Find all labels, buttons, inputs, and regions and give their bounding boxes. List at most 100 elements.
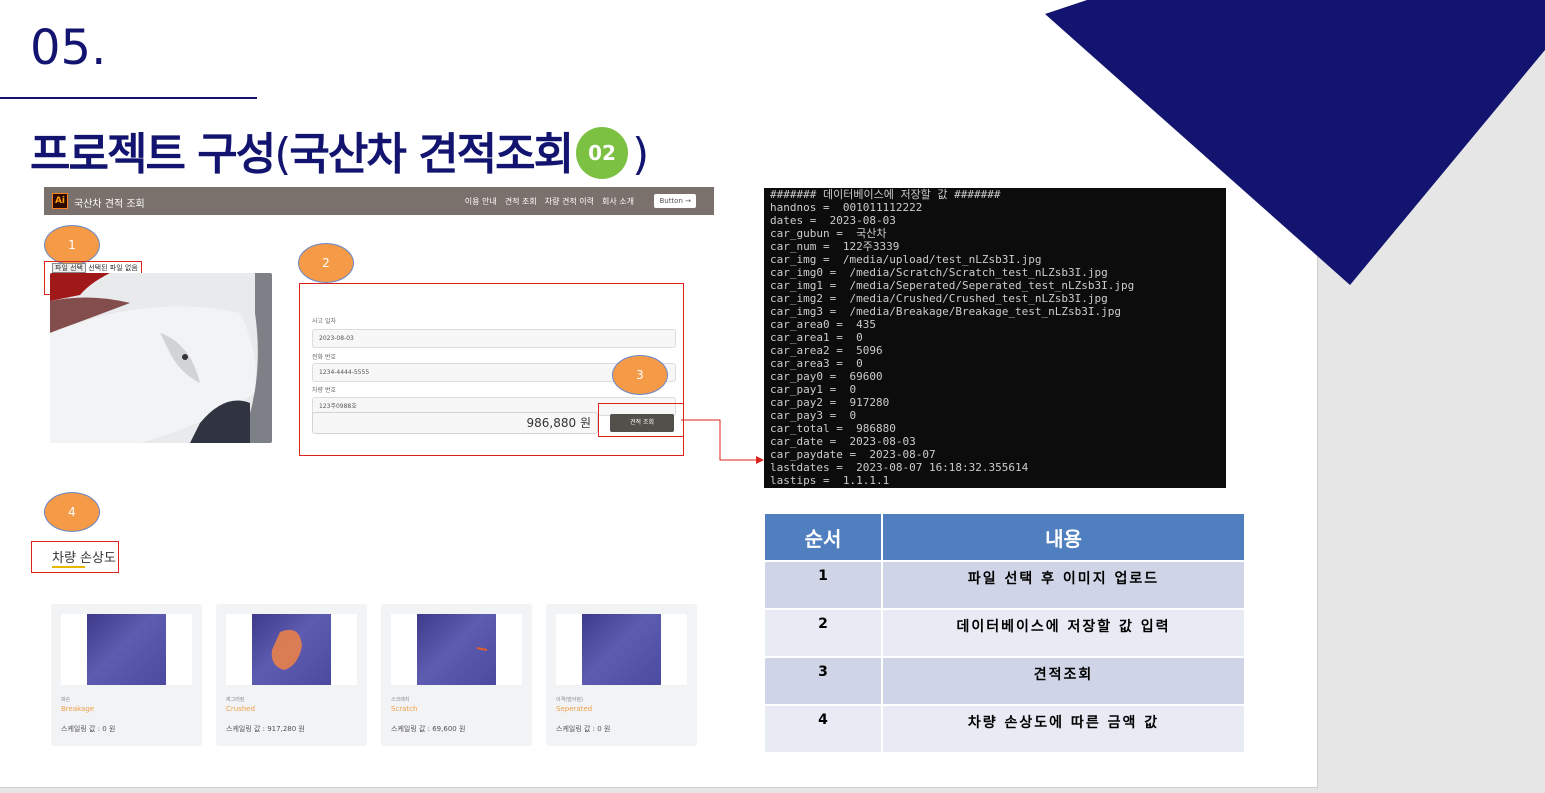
step-marker-2: 2 [298, 243, 354, 283]
console-line: car_pay1 = 0 [770, 383, 857, 396]
section-divider [0, 97, 257, 99]
console-line: lastdates = 2023-08-07 16:18:32.355614 [770, 461, 1029, 474]
console-line: car_img3 = /media/Breakage/Breakage_test… [770, 305, 1121, 318]
console-line: car_area3 = 0 [770, 357, 863, 370]
table-cell-content: 차량 손상도에 따른 금액 값 [882, 705, 1246, 754]
table-header-content: 내용 [882, 514, 1246, 562]
console-line: car_img = /media/upload/test_nLZsb3I.jpg [770, 253, 1042, 266]
card-en-label: Crushed [226, 705, 256, 713]
nav-link-guide[interactable]: 이용 안내 [465, 196, 497, 207]
table-row: 4 차량 손상도에 따른 금액 값 [765, 705, 1246, 754]
console-line: car_area0 = 435 [770, 318, 876, 331]
card-ko-label: 찌그러짐 [226, 697, 245, 703]
console-line: car_pay2 = 917280 [770, 396, 890, 409]
card-price: 스케일링 값 : 69,600 원 [391, 725, 466, 733]
card-thumbnail [61, 614, 192, 685]
table-cell-order: 1 [765, 561, 883, 610]
car-number-label: 차량 번호 [312, 387, 336, 394]
section-number: 05. [30, 20, 107, 76]
table-cell-order: 3 [765, 657, 883, 706]
card-thumbnail [226, 614, 357, 685]
steps-table: 순서 내용 1 파일 선택 후 이미지 업로드 2 데이터베이스에 저장할 값 … [765, 514, 1246, 754]
ai-logo-icon: Ai [52, 193, 68, 209]
slide-title: 프로젝트 구성(국산차 견적조회 02) [30, 118, 649, 183]
step-marker-4: 4 [44, 492, 100, 532]
table-header-order: 순서 [765, 514, 883, 562]
title-paren-open: ( [274, 129, 291, 180]
step-marker-1: 1 [44, 225, 100, 265]
nav-link-about[interactable]: 회사 소개 [602, 196, 634, 207]
table-header-row: 순서 내용 [765, 514, 1246, 562]
table-cell-order: 2 [765, 609, 883, 658]
console-line: car_img2 = /media/Crushed/Crushed_test_n… [770, 292, 1108, 305]
slide: 05. 프로젝트 구성(국산차 견적조회 02) Ai 국산차 견적 조회 이용 … [0, 0, 1318, 788]
damage-cards: 파손 Breakage 스케일링 값 : 0 원 찌그러짐 Crushed 스케… [51, 604, 703, 746]
nav-links: 이용 안내 견적 조회 차량 견적 이력 회사 소개 [465, 196, 634, 207]
step-marker-3: 3 [612, 355, 668, 395]
console-line: car_img1 = /media/Seperated/Seperated_te… [770, 279, 1135, 292]
crushed-image [252, 614, 331, 685]
damage-card[interactable]: 스크래치 Scratch 스케일링 값 : 69,600 원 [381, 604, 532, 746]
console-line: car_num = 122주3339 [770, 240, 900, 253]
console-line: car_area1 = 0 [770, 331, 863, 344]
table-cell-content: 데이터베이스에 저장할 값 입력 [882, 609, 1246, 658]
console-line: car_paydate = 2023-08-07 [770, 448, 936, 461]
card-ko-label: 스크래치 [391, 697, 410, 703]
card-en-label: Breakage [61, 705, 95, 713]
console-line: car_img0 = /media/Scratch/Scratch_test_n… [770, 266, 1108, 279]
console-line: car_gubun = 국산차 [770, 227, 887, 240]
console-line: handnos = 001011112222 [770, 201, 923, 214]
title-paren-close: ) [632, 129, 649, 180]
console-line: dates = 2023-08-03 [770, 214, 896, 227]
table-cell-content: 파일 선택 후 이미지 업로드 [882, 561, 1246, 610]
brand-title[interactable]: 국산차 견적 조회 [74, 195, 145, 210]
console-line: car_total = 986880 [770, 422, 896, 435]
car-photo-image [50, 273, 272, 443]
console-line: ####### 데이터베이스에 저장할 값 ####### [770, 188, 1001, 201]
nav-button[interactable]: Button → [654, 194, 696, 208]
total-amount: 986,880 원 [312, 412, 598, 434]
console-line: car_date = 2023-08-03 [770, 435, 916, 448]
title-sub: 국산차 견적조회 [289, 129, 574, 180]
console-line: car_pay3 = 0 [770, 409, 857, 422]
card-price: 스케일링 값 : 0 원 [556, 725, 611, 733]
table-row: 3 견적조회 [765, 657, 1246, 706]
table-row: 2 데이터베이스에 저장할 값 입력 [765, 609, 1246, 658]
table-row: 1 파일 선택 후 이미지 업로드 [765, 561, 1246, 610]
badge-02: 02 [576, 127, 629, 179]
card-price: 스케일링 값 : 0 원 [61, 725, 116, 733]
console-line: car_area2 = 5096 [770, 344, 883, 357]
quote-button[interactable]: 견적 조회 [610, 414, 674, 432]
damage-card[interactable]: 찌그러짐 Crushed 스케일링 값 : 917,280 원 [216, 604, 367, 746]
table-cell-order: 4 [765, 705, 883, 754]
connector-arrow [681, 419, 764, 464]
nav-link-quote[interactable]: 견적 조회 [505, 196, 537, 207]
card-price: 스케일링 값 : 917,280 원 [226, 725, 305, 733]
scratch-overlay [476, 647, 488, 651]
card-ko-label: 파손 [61, 697, 71, 703]
title-main: 프로젝트 구성 [30, 129, 276, 180]
console-line: car_pay0 = 69600 [770, 370, 883, 383]
table-cell-content: 견적조회 [882, 657, 1246, 706]
card-en-label: Seperated [556, 705, 593, 713]
damage-card[interactable]: 파손 Breakage 스케일링 값 : 0 원 [51, 604, 202, 746]
card-en-label: Scratch [391, 705, 418, 713]
phone-label: 전화 번호 [312, 354, 336, 361]
car-photo [50, 273, 272, 443]
scratch-image [417, 614, 496, 685]
date-label: 사고 일자 [312, 318, 336, 325]
card-thumbnail [556, 614, 687, 685]
crushed-overlay [271, 629, 302, 670]
navbar: Ai 국산차 견적 조회 이용 안내 견적 조회 차량 견적 이력 회사 소개 … [44, 187, 714, 215]
seperated-image [582, 614, 661, 685]
date-input[interactable]: 2023-08-03 [312, 329, 676, 348]
card-ko-label: 이격(벌어짐) [556, 697, 583, 703]
nav-link-history[interactable]: 차량 견적 이력 [545, 196, 594, 207]
highlight-box-4 [31, 541, 119, 573]
damage-card[interactable]: 이격(벌어짐) Seperated 스케일링 값 : 0 원 [546, 604, 697, 746]
console-output: ####### 데이터베이스에 저장할 값 ####### handnos = … [764, 188, 1226, 488]
card-thumbnail [391, 614, 522, 685]
console-line: lastips = 1.1.1.1 [770, 474, 890, 487]
breakage-image [87, 614, 166, 685]
app-screenshot: Ai 국산차 견적 조회 이용 안내 견적 조회 차량 견적 이력 회사 소개 … [31, 187, 714, 747]
